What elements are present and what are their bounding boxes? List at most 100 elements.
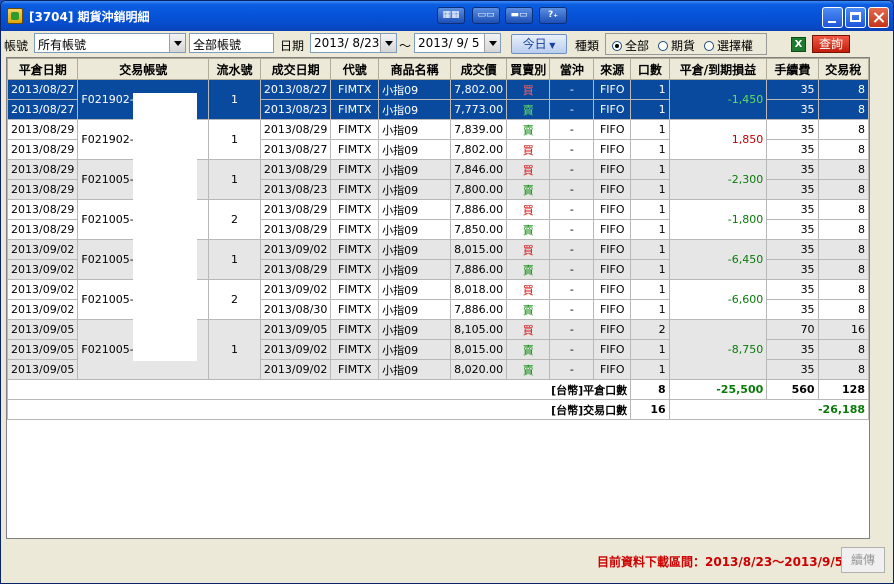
- maximize-button[interactable]: [845, 7, 866, 28]
- help-icon[interactable]: ?₊: [539, 7, 567, 24]
- date-from-picker[interactable]: 2013/ 8/23: [310, 33, 397, 53]
- close-date-cell: 2013/08/29: [6, 159, 79, 180]
- side-cell: 買: [506, 79, 551, 100]
- column-header[interactable]: 平倉/到期損益: [668, 58, 768, 80]
- side-cell: 賣: [506, 299, 551, 320]
- date-separator: ～: [399, 39, 412, 53]
- tax-cell: 8: [817, 159, 870, 180]
- close-date-cell: 2013/09/05: [6, 359, 79, 380]
- continue-button[interactable]: 續傳: [841, 547, 885, 573]
- side-cell: 買: [506, 279, 551, 300]
- type-radio-all-label: 全部: [625, 39, 650, 53]
- column-header[interactable]: 買賣別: [506, 58, 551, 80]
- price-cell: 7,886.00: [450, 199, 508, 220]
- tax-cell: 8: [817, 139, 870, 160]
- column-header[interactable]: 當沖: [549, 58, 595, 80]
- daytrade-cell: -: [549, 219, 595, 240]
- data-grid[interactable]: 平倉日期 交易帳號 流水號 成交日期 代號 商品名稱 成交價 買賣別 當沖 來源 口數 平倉/到期損益…: [6, 57, 870, 539]
- status-bar: 目前資料下載區間：2013/8/23～2013/9/5 續傳: [1, 541, 893, 583]
- serial-cell: 1: [208, 239, 261, 280]
- excel-export-icon[interactable]: X: [791, 37, 806, 52]
- product-cell: 小指09: [378, 299, 452, 320]
- code-cell: FIMTX: [330, 239, 380, 260]
- source-cell: FIFO: [593, 79, 632, 100]
- fee-cell: 35: [766, 199, 819, 220]
- daytrade-cell: -: [549, 99, 595, 120]
- type-radio-options[interactable]: 選擇權: [704, 37, 753, 54]
- fee-cell: 70: [766, 319, 819, 340]
- window-icon[interactable]: ▭▭: [472, 7, 500, 24]
- product-cell: 小指09: [378, 239, 452, 260]
- qty-cell: 1: [630, 159, 670, 180]
- trade-date-cell: 2013/08/23: [259, 99, 332, 120]
- code-cell: FIMTX: [330, 179, 380, 200]
- account-label: 帳號: [4, 39, 29, 53]
- date-to-picker[interactable]: 2013/ 9/ 5: [414, 33, 501, 53]
- summary-trade-row: [台幣]交易口數 16 -26,188: [6, 399, 870, 420]
- close-button[interactable]: [868, 7, 889, 28]
- column-header[interactable]: 成交日期: [259, 58, 332, 80]
- fee-cell: 35: [766, 99, 819, 120]
- type-radio-all[interactable]: 全部: [612, 37, 649, 54]
- tax-cell: 8: [817, 239, 870, 260]
- date-to-value: 2013/ 9/ 5: [418, 36, 480, 50]
- column-header[interactable]: 手續費: [766, 58, 819, 80]
- daytrade-cell: -: [549, 339, 595, 360]
- column-header[interactable]: 口數: [630, 58, 670, 80]
- tax-cell: 8: [817, 299, 870, 320]
- date-label: 日期: [280, 39, 305, 53]
- tax-cell: 8: [817, 359, 870, 380]
- code-cell: FIMTX: [330, 159, 380, 180]
- qty-cell: 1: [630, 299, 670, 320]
- qty-cell: 1: [630, 279, 670, 300]
- product-cell: 小指09: [378, 319, 452, 340]
- column-header[interactable]: 平倉日期: [6, 58, 79, 80]
- type-radio-futures[interactable]: 期貨: [658, 37, 695, 54]
- serial-cell: 1: [208, 159, 261, 200]
- product-cell: 小指09: [378, 359, 452, 380]
- close-date-cell: 2013/08/29: [6, 139, 79, 160]
- title-bar[interactable]: [3704] 期貨沖銷明細 ▦▦ ▭▭ ▬▭ ?₊: [1, 1, 893, 31]
- source-cell: FIFO: [593, 219, 632, 240]
- chevron-down-icon[interactable]: [169, 34, 185, 52]
- price-cell: 7,773.00: [450, 99, 508, 120]
- code-cell: FIMTX: [330, 219, 380, 240]
- side-cell: 賣: [506, 99, 551, 120]
- chevron-down-icon[interactable]: [380, 34, 396, 52]
- column-header[interactable]: 來源: [593, 58, 632, 80]
- source-cell: FIFO: [593, 259, 632, 280]
- trade-date-cell: 2013/08/29: [259, 119, 332, 140]
- code-cell: FIMTX: [330, 299, 380, 320]
- trade-date-cell: 2013/09/02: [259, 339, 332, 360]
- type-radio-group: 全部 期貨 選擇權: [605, 33, 767, 55]
- main-window: [3704] 期貨沖銷明細 ▦▦ ▭▭ ▬▭ ?₊ 帳號 所有帳號 全部帳號 日…: [0, 0, 894, 584]
- tax-cell: 8: [817, 219, 870, 240]
- column-header[interactable]: 交易帳號: [77, 58, 210, 80]
- chevron-down-icon[interactable]: [484, 34, 500, 52]
- column-header[interactable]: 成交價: [450, 58, 508, 80]
- column-header[interactable]: 商品名稱: [378, 58, 452, 80]
- minimize-panel-icon[interactable]: ▬▭: [505, 7, 533, 24]
- trade-date-cell: 2013/09/05: [259, 319, 332, 340]
- source-cell: FIFO: [593, 119, 632, 140]
- close-date-cell: 2013/09/02: [6, 279, 79, 300]
- close-date-cell: 2013/09/05: [6, 319, 79, 340]
- code-cell: FIMTX: [330, 319, 380, 340]
- side-cell: 賣: [506, 119, 551, 140]
- daytrade-cell: -: [549, 279, 595, 300]
- minimize-button[interactable]: [822, 7, 843, 28]
- price-cell: 8,015.00: [450, 239, 508, 260]
- qty-cell: 1: [630, 359, 670, 380]
- query-button[interactable]: 查詢: [812, 35, 850, 53]
- side-cell: 賣: [506, 259, 551, 280]
- fee-cell: 35: [766, 259, 819, 280]
- column-header[interactable]: 流水號: [208, 58, 261, 80]
- code-cell: FIMTX: [330, 199, 380, 220]
- layout-icon[interactable]: ▦▦: [437, 7, 465, 24]
- column-header[interactable]: 交易稅: [817, 58, 870, 80]
- account-name-field[interactable]: 全部帳號: [189, 33, 274, 53]
- column-header[interactable]: 代號: [330, 58, 380, 80]
- account-select[interactable]: 所有帳號: [34, 33, 186, 53]
- tax-cell: 8: [817, 99, 870, 120]
- today-button[interactable]: 今日 ▼: [511, 34, 567, 54]
